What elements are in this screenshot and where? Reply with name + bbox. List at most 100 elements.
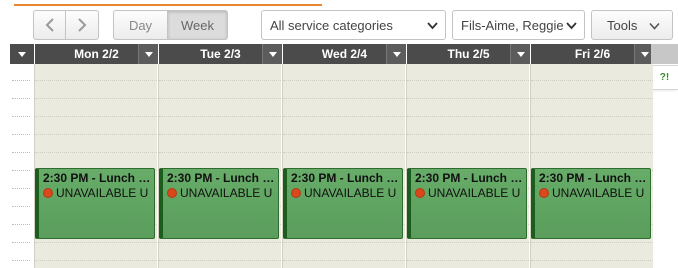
chevron-left-icon — [45, 18, 54, 32]
time-slot-line — [531, 98, 653, 99]
event-title: 2:30 PM - Lunch B... — [43, 171, 154, 185]
week-calendar: Mon 2/2 Tue 2/3 Wed 2/4 Thu 2/5 Fri 2/6 … — [10, 44, 678, 268]
calendar-event[interactable]: 2:30 PM - Lunch B... UNAVAILABLE U — [283, 168, 403, 239]
header-scroll-spacer — [651, 44, 678, 64]
time-slot-line — [35, 98, 157, 99]
time-slot-line — [407, 152, 529, 153]
event-status: UNAVAILABLE U — [428, 186, 521, 200]
time-slot-line — [12, 116, 30, 117]
time-slot-line — [12, 188, 30, 189]
chevron-right-icon — [78, 18, 87, 32]
time-slot-line — [35, 134, 157, 135]
day-header-label: Thu 2/5 — [447, 47, 490, 61]
time-slot-line — [531, 242, 653, 243]
triangle-down-icon — [392, 51, 401, 57]
time-gutter-header[interactable] — [10, 44, 34, 64]
chevron-down-icon — [427, 22, 438, 30]
day-menu-button[interactable] — [386, 44, 406, 64]
time-slot-line — [35, 152, 157, 153]
calendar-event[interactable]: 2:30 PM - Lunch B... UNAVAILABLE U — [531, 168, 651, 239]
time-slot-line — [283, 134, 405, 135]
time-gutter — [10, 64, 34, 268]
time-slot-line — [12, 170, 30, 171]
event-status: UNAVAILABLE U — [304, 186, 397, 200]
time-slot-line — [407, 80, 529, 81]
unavailable-status-icon — [167, 188, 177, 198]
time-slot-line — [35, 116, 157, 117]
event-title: 2:30 PM - Lunch B... — [167, 171, 278, 185]
time-slot-line — [283, 260, 405, 261]
tools-button[interactable]: Tools — [591, 10, 673, 40]
service-category-value: All service categories — [270, 17, 393, 33]
tools-label: Tools — [607, 17, 638, 33]
day-header-fri: Fri 2/6 — [531, 44, 654, 64]
time-slot-line — [12, 80, 30, 81]
time-slot-line — [159, 260, 281, 261]
triangle-down-icon — [516, 51, 525, 57]
calendar-toolbar: Day Week All service categories Fils-Aim… — [0, 7, 678, 43]
calendar-event[interactable]: 2:30 PM - Lunch B... UNAVAILABLE U — [35, 168, 155, 239]
event-title: 2:30 PM - Lunch B... — [415, 171, 526, 185]
time-slot-line — [12, 242, 30, 243]
time-slot-line — [12, 134, 30, 135]
time-slot-line — [283, 80, 405, 81]
service-category-select[interactable]: All service categories — [261, 10, 446, 40]
next-week-button[interactable] — [66, 10, 99, 40]
time-slot-line — [407, 260, 529, 261]
day-header-wed: Wed 2/4 — [283, 44, 406, 64]
time-slot-line — [35, 242, 157, 243]
event-title: 2:30 PM - Lunch B... — [539, 171, 650, 185]
event-status: UNAVAILABLE U — [56, 186, 149, 200]
time-slot-line — [283, 152, 405, 153]
time-slot-line — [531, 260, 653, 261]
triangle-down-icon — [268, 51, 277, 57]
day-header-tue: Tue 2/3 — [159, 44, 282, 64]
event-status: UNAVAILABLE U — [180, 186, 273, 200]
event-status: UNAVAILABLE U — [552, 186, 645, 200]
provider-select[interactable]: Fils-Aime, Reggie — [452, 10, 585, 40]
time-slot-line — [407, 98, 529, 99]
provider-value: Fils-Aime, Reggie — [461, 17, 564, 33]
time-slot-line — [12, 152, 30, 153]
event-title: 2:30 PM - Lunch B... — [291, 171, 402, 185]
triangle-down-icon — [18, 51, 26, 57]
triangle-down-icon — [144, 51, 153, 57]
time-slot-line — [407, 116, 529, 117]
side-tab[interactable]: ?! — [650, 65, 678, 90]
cutoff-underline — [14, 4, 322, 6]
time-slot-line — [531, 152, 653, 153]
unavailable-status-icon — [43, 188, 53, 198]
time-slot-line — [159, 152, 281, 153]
unavailable-status-icon — [415, 188, 425, 198]
day-header-label: Fri 2/6 — [574, 47, 611, 61]
triangle-down-icon — [640, 51, 649, 57]
time-slot-line — [531, 80, 653, 81]
calendar-event[interactable]: 2:30 PM - Lunch B... UNAVAILABLE U — [159, 168, 279, 239]
day-view-button[interactable]: Day — [113, 10, 168, 40]
time-slot-line — [159, 80, 281, 81]
time-slot-line — [531, 116, 653, 117]
time-slot-line — [283, 242, 405, 243]
day-menu-button[interactable] — [510, 44, 530, 64]
time-slot-line — [531, 134, 653, 135]
previous-week-button[interactable] — [33, 10, 66, 40]
day-menu-button[interactable] — [138, 44, 158, 64]
week-view-button[interactable]: Week — [168, 10, 228, 40]
time-slot-line — [407, 242, 529, 243]
time-slot-line — [283, 116, 405, 117]
time-slot-line — [35, 80, 157, 81]
day-header-thu: Thu 2/5 — [407, 44, 530, 64]
day-header-label: Wed 2/4 — [321, 47, 368, 61]
unavailable-status-icon — [291, 188, 301, 198]
time-slot-line — [283, 98, 405, 99]
day-header-label: Mon 2/2 — [74, 47, 119, 61]
calendar-event[interactable]: 2:30 PM - Lunch B... UNAVAILABLE U — [407, 168, 527, 239]
time-slot-line — [12, 98, 30, 99]
day-menu-button[interactable] — [262, 44, 282, 64]
time-slot-line — [35, 260, 157, 261]
time-slot-line — [159, 242, 281, 243]
time-slot-line — [12, 206, 30, 207]
day-header-mon: Mon 2/2 — [35, 44, 158, 64]
time-slot-line — [159, 134, 281, 135]
top-cutoff-strip — [0, 0, 678, 6]
